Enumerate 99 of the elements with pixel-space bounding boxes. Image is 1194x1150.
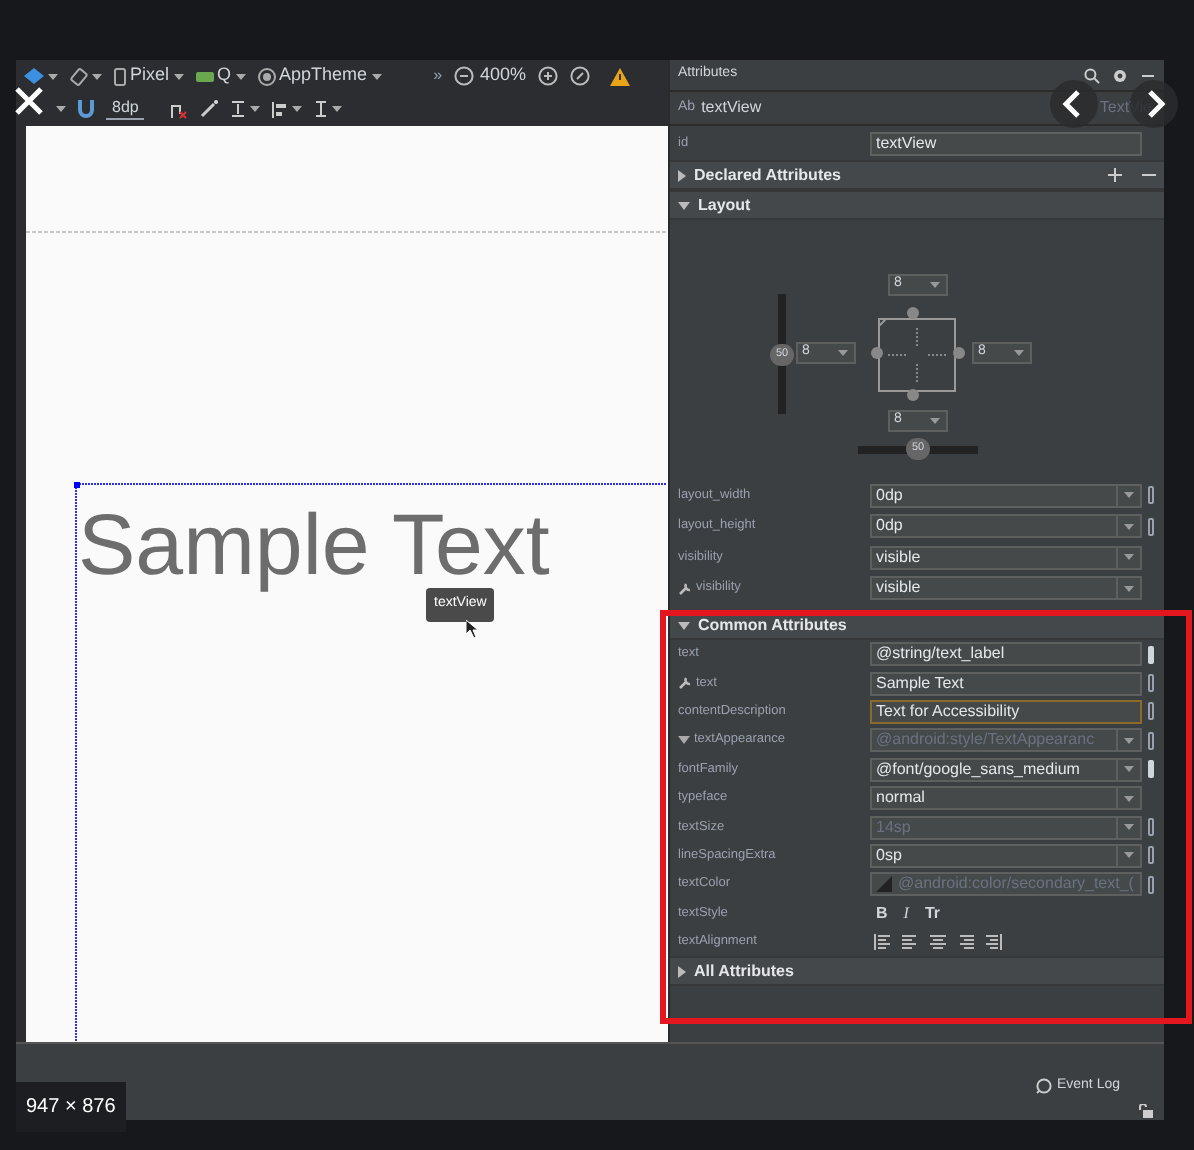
- layers-icon: [24, 68, 44, 84]
- text-style-button[interactable]: B: [874, 901, 890, 926]
- chat-bubble-icon: [1036, 1078, 1053, 1095]
- dropdown[interactable]: visible: [870, 576, 1142, 601]
- text-align-icon[interactable]: [958, 934, 974, 951]
- dropdown[interactable]: 0dp: [870, 514, 1142, 539]
- text-style-button[interactable]: Tr: [922, 901, 943, 926]
- text-field[interactable]: Text for Accessibility: [870, 699, 1142, 724]
- attribute-indicator[interactable]: [1148, 760, 1154, 779]
- rotate-icon: [70, 67, 88, 85]
- caret-icon[interactable]: [1124, 523, 1134, 530]
- add-icon[interactable]: [1108, 168, 1122, 182]
- caret-icon[interactable]: [1124, 852, 1134, 859]
- device-dropdown[interactable]: Pixel: [114, 62, 184, 90]
- design-mode-button[interactable]: [24, 68, 58, 84]
- attribute-indicator[interactable]: [1148, 674, 1154, 693]
- caret-icon[interactable]: [173, 73, 184, 79]
- caret-icon[interactable]: [371, 73, 382, 79]
- remove-icon[interactable]: [1142, 168, 1156, 182]
- cursor-icon: [466, 620, 478, 638]
- text-field[interactable]: @string/text_label: [870, 642, 1142, 667]
- previous-icon[interactable]: [1050, 80, 1098, 128]
- search-icon[interactable]: [1084, 67, 1100, 83]
- phone-icon: [114, 67, 126, 85]
- caret-icon[interactable]: [250, 106, 261, 112]
- text-align-icon[interactable]: [874, 934, 890, 951]
- pack-button[interactable]: [230, 100, 261, 118]
- overflow-button[interactable]: »: [433, 64, 443, 88]
- attribute-indicator[interactable]: [1148, 517, 1154, 536]
- caret-icon[interactable]: [92, 73, 102, 79]
- view-options-button[interactable]: [56, 106, 66, 112]
- text-style-button[interactable]: I: [901, 901, 911, 926]
- collapse-icon[interactable]: [678, 201, 690, 209]
- dropdown[interactable]: 0sp: [870, 843, 1142, 868]
- settings-icon[interactable]: [1112, 67, 1128, 83]
- zoom-in-icon[interactable]: [538, 66, 559, 86]
- caret-icon[interactable]: [930, 282, 940, 288]
- close-icon[interactable]: [14, 86, 44, 116]
- caret-icon[interactable]: [235, 73, 246, 79]
- expand-icon[interactable]: [678, 965, 686, 978]
- attribute-indicator[interactable]: [1148, 875, 1154, 894]
- attribute-indicator[interactable]: [1148, 486, 1154, 505]
- dropdown[interactable]: @font/google_sans_medium: [870, 757, 1142, 782]
- caret-icon[interactable]: [930, 418, 940, 424]
- text-align-icon[interactable]: [930, 934, 946, 951]
- caret-icon[interactable]: [48, 73, 58, 79]
- guideline-icon: [314, 100, 329, 118]
- dropdown[interactable]: visible: [870, 545, 1142, 570]
- caret-icon[interactable]: [1124, 554, 1134, 561]
- caret-icon[interactable]: [292, 106, 303, 112]
- caret-icon[interactable]: [1124, 585, 1134, 592]
- dropdown[interactable]: normal: [870, 786, 1142, 811]
- caret-icon[interactable]: [1124, 492, 1134, 499]
- collapse-icon[interactable]: [678, 736, 690, 745]
- anchor-handle[interactable]: [906, 306, 920, 320]
- caret-icon[interactable]: [1124, 795, 1134, 802]
- magic-wand-icon[interactable]: [200, 100, 219, 118]
- anchor-handle[interactable]: [870, 346, 884, 360]
- attribute-indicator[interactable]: [1148, 702, 1154, 721]
- align-button[interactable]: [272, 101, 303, 117]
- align-icon: [272, 101, 289, 117]
- collapse-icon[interactable]: [678, 621, 690, 629]
- image-dimensions: 947 × 876: [16, 1082, 126, 1132]
- zoom-level: 400%: [480, 62, 527, 89]
- attribute-indicator[interactable]: [1148, 846, 1154, 865]
- attribute-indicator[interactable]: [1148, 731, 1154, 750]
- clear-constraints-icon[interactable]: [168, 99, 189, 119]
- pack-icon: [230, 100, 247, 118]
- guidelines-button[interactable]: [314, 100, 343, 118]
- anchor-handle[interactable]: [952, 346, 966, 360]
- text-field[interactable]: textView: [870, 131, 1142, 155]
- api-dropdown[interactable]: Q: [195, 62, 246, 90]
- attribute-indicator[interactable]: [1148, 645, 1154, 664]
- default-margin-button[interactable]: 8dp: [106, 98, 145, 120]
- caret-icon[interactable]: [1014, 350, 1024, 356]
- expand-icon[interactable]: [678, 169, 686, 181]
- text-field[interactable]: Sample Text: [870, 671, 1142, 696]
- warning-icon[interactable]: [610, 67, 631, 85]
- caret-icon[interactable]: [332, 106, 343, 112]
- text-align-icon[interactable]: [902, 934, 918, 951]
- android-icon: [195, 70, 214, 82]
- lock-icon[interactable]: [1138, 1104, 1154, 1118]
- color-swatch-icon: [876, 876, 892, 893]
- theme-icon: [257, 67, 276, 85]
- text-align-icon[interactable]: [986, 934, 1002, 951]
- caret-icon[interactable]: [1124, 766, 1134, 773]
- orientation-button[interactable]: [70, 67, 102, 85]
- dropdown[interactable]: 0dp: [870, 483, 1142, 508]
- anchor-handle[interactable]: [906, 388, 920, 402]
- constraint-box: [878, 318, 958, 398]
- theme-dropdown[interactable]: AppTheme: [257, 62, 382, 90]
- zoom-fit-icon[interactable]: [570, 66, 591, 86]
- component-name: textView: [701, 96, 764, 120]
- magnet-icon[interactable]: [78, 100, 94, 118]
- caret-icon[interactable]: [838, 350, 848, 356]
- caret-icon[interactable]: [1124, 824, 1134, 831]
- zoom-out-icon[interactable]: [454, 66, 475, 86]
- caret-icon[interactable]: [1124, 737, 1134, 744]
- attribute-indicator[interactable]: [1148, 818, 1154, 837]
